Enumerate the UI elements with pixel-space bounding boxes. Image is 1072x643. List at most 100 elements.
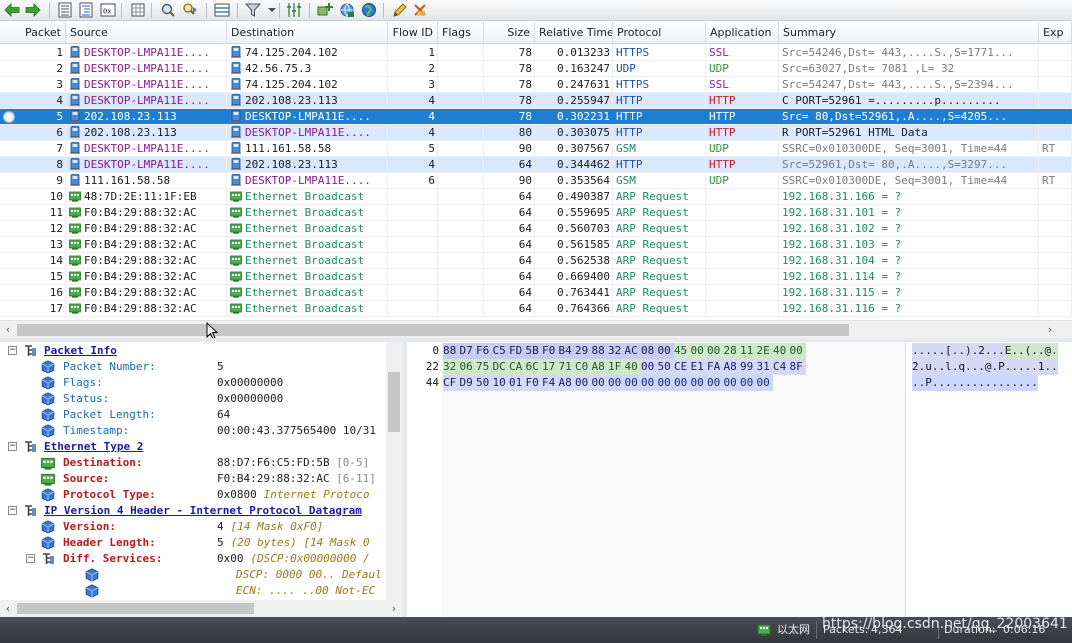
- edit-button[interactable]: [391, 1, 409, 19]
- packet-row[interactable]: 7 DESKTOP-LMPA11E.... 111.161.58.58 5 90 0.30…: [0, 141, 1072, 157]
- tree-collapse-toggle[interactable]: −: [8, 442, 17, 451]
- packet-row[interactable]: 9 111.161.58.58 DESKTOP-LMPA11E.... 6 90 0.35…: [0, 173, 1072, 189]
- packet-row[interactable]: 10 48:7D:2E:11:1F:EB Ethernet Broadcast 64 0…: [0, 189, 1072, 205]
- hex-byte[interactable]: 88: [443, 343, 460, 359]
- scroll-thumb[interactable]: [17, 324, 849, 336]
- hex-byte[interactable]: 00: [707, 375, 724, 391]
- hex-byte[interactable]: 40: [624, 359, 641, 375]
- scroll-left-icon[interactable]: ‹: [2, 602, 14, 616]
- column-header-relative-time[interactable]: Relative Time: [535, 22, 613, 44]
- scroll-thumb[interactable]: [388, 372, 400, 432]
- tree-collapse-toggle[interactable]: −: [8, 506, 17, 515]
- hex-byte[interactable]: 99: [740, 359, 757, 375]
- hex-byte[interactable]: 01: [509, 375, 526, 391]
- hex-byte[interactable]: 50: [476, 375, 493, 391]
- hex-byte[interactable]: A8: [558, 375, 575, 391]
- hex-byte[interactable]: 45: [674, 343, 691, 359]
- hex-byte[interactable]: 88: [591, 343, 608, 359]
- hex-byte[interactable]: 10: [492, 375, 509, 391]
- hex-byte[interactable]: C0: [575, 359, 592, 375]
- grid-button[interactable]: [129, 1, 147, 19]
- column-header-packet[interactable]: Packet: [0, 22, 66, 44]
- scroll-left-icon[interactable]: ‹: [2, 323, 14, 337]
- packet-row[interactable]: 1 DESKTOP-LMPA11E.... 74.125.204.102 1 78 0.0…: [0, 45, 1072, 61]
- hex-byte[interactable]: 00: [641, 359, 658, 375]
- hex-byte[interactable]: 32: [443, 359, 460, 375]
- hex-byte[interactable]: 00: [575, 375, 592, 391]
- hex-byte[interactable]: 00: [690, 343, 707, 359]
- hex-byte[interactable]: 32: [608, 343, 625, 359]
- hex-byte[interactable]: FD: [509, 343, 526, 359]
- column-header-destination[interactable]: Destination: [227, 22, 388, 44]
- packet-row[interactable]: 3 DESKTOP-LMPA11E.... 74.125.204.102 3 78 0.2…: [0, 77, 1072, 93]
- hex-byte[interactable]: 29: [575, 343, 592, 359]
- hex-byte[interactable]: DC: [492, 359, 509, 375]
- hex-byte[interactable]: 8F: [789, 359, 806, 375]
- hex-byte[interactable]: 71: [558, 359, 575, 375]
- hex-byte[interactable]: CF: [443, 375, 460, 391]
- scroll-thumb[interactable]: [17, 603, 254, 614]
- add-node-button[interactable]: [316, 1, 334, 19]
- hex-byte[interactable]: 2E: [756, 343, 773, 359]
- layout-button[interactable]: [213, 1, 231, 19]
- hex-byte[interactable]: CE: [674, 359, 691, 375]
- tree-hscrollbar[interactable]: ‹ ›: [0, 600, 403, 617]
- packet-row[interactable]: 17 F0:B4:29:88:32:AC Ethernet Broadcast 64 0…: [0, 301, 1072, 317]
- hex-byte[interactable]: 06: [459, 359, 476, 375]
- hex-byte[interactable]: C4: [773, 359, 790, 375]
- packet-row[interactable]: 5 202.108.23.113 DESKTOP-LMPA11E.... 4 78 0.3…: [0, 109, 1072, 125]
- column-header-size[interactable]: Size: [484, 22, 535, 44]
- column-header-flags[interactable]: Flags: [438, 22, 484, 44]
- hex-byte[interactable]: 28: [723, 343, 740, 359]
- hex-byte[interactable]: F0: [525, 375, 542, 391]
- hex-byte[interactable]: 17: [542, 359, 559, 375]
- column-header-application[interactable]: Application: [706, 22, 779, 44]
- packet-row[interactable]: 16 F0:B4:29:88:32:AC Ethernet Broadcast 64 0…: [0, 285, 1072, 301]
- column-header-exp[interactable]: Exp: [1039, 22, 1072, 44]
- packet-row[interactable]: 15 F0:B4:29:88:32:AC Ethernet Broadcast 64 0…: [0, 269, 1072, 285]
- hex-byte[interactable]: 00: [624, 375, 641, 391]
- tree-collapse-toggle[interactable]: −: [26, 554, 35, 563]
- scroll-right-icon[interactable]: ›: [1044, 323, 1056, 337]
- hex-byte[interactable]: 00: [740, 375, 757, 391]
- find-button[interactable]: [159, 1, 177, 19]
- hex-byte[interactable]: 00: [591, 375, 608, 391]
- hex-byte[interactable]: 75: [476, 359, 493, 375]
- tree-label[interactable]: Packet Info: [44, 343, 117, 359]
- hex-byte[interactable]: 08: [641, 343, 658, 359]
- filter-button[interactable]: [244, 1, 262, 19]
- hex-byte[interactable]: C5: [492, 343, 509, 359]
- hex-byte[interactable]: E1: [690, 359, 707, 375]
- column-header-protocol[interactable]: Protocol: [613, 22, 706, 44]
- columns-button[interactable]: [285, 1, 303, 19]
- tree-vscrollbar[interactable]: [386, 342, 403, 600]
- column-header-summary[interactable]: Summary: [779, 22, 1039, 44]
- hex-byte[interactable]: 00: [723, 375, 740, 391]
- packet-row[interactable]: 13 F0:B4:29:88:32:AC Ethernet Broadcast 64 0…: [0, 237, 1072, 253]
- tree-label[interactable]: IP Version 4 Header - Internet Protocol …: [44, 503, 362, 519]
- hex-byte[interactable]: 00: [690, 375, 707, 391]
- hex-byte[interactable]: D9: [459, 375, 476, 391]
- network-button[interactable]: [338, 1, 356, 19]
- hex-byte[interactable]: D7: [459, 343, 476, 359]
- hex-byte[interactable]: 50: [657, 359, 674, 375]
- hex-byte[interactable]: 40: [773, 343, 790, 359]
- hex-byte[interactable]: CA: [509, 359, 526, 375]
- hex-byte[interactable]: 00: [674, 375, 691, 391]
- hex-byte[interactable]: A8: [591, 359, 608, 375]
- hex-byte[interactable]: 31: [756, 359, 773, 375]
- hex-byte[interactable]: 00: [789, 343, 806, 359]
- tree-label[interactable]: Ethernet Type 2: [44, 439, 143, 455]
- packet-list-hscrollbar[interactable]: ‹ ›: [0, 320, 1072, 338]
- hex-byte[interactable]: 00: [657, 375, 674, 391]
- column-header-source[interactable]: Source: [66, 22, 227, 44]
- tree-collapse-toggle[interactable]: −: [8, 346, 17, 355]
- hex-byte[interactable]: F6: [476, 343, 493, 359]
- packet-row[interactable]: 12 F0:B4:29:88:32:AC Ethernet Broadcast 64 0…: [0, 221, 1072, 237]
- back-arrow-button[interactable]: [3, 1, 21, 19]
- hex-byte[interactable]: 00: [707, 343, 724, 359]
- hex-byte[interactable]: FA: [707, 359, 724, 375]
- clear-button[interactable]: [411, 1, 429, 19]
- packet-list-button[interactable]: [56, 1, 74, 19]
- hex-byte[interactable]: F0: [542, 343, 559, 359]
